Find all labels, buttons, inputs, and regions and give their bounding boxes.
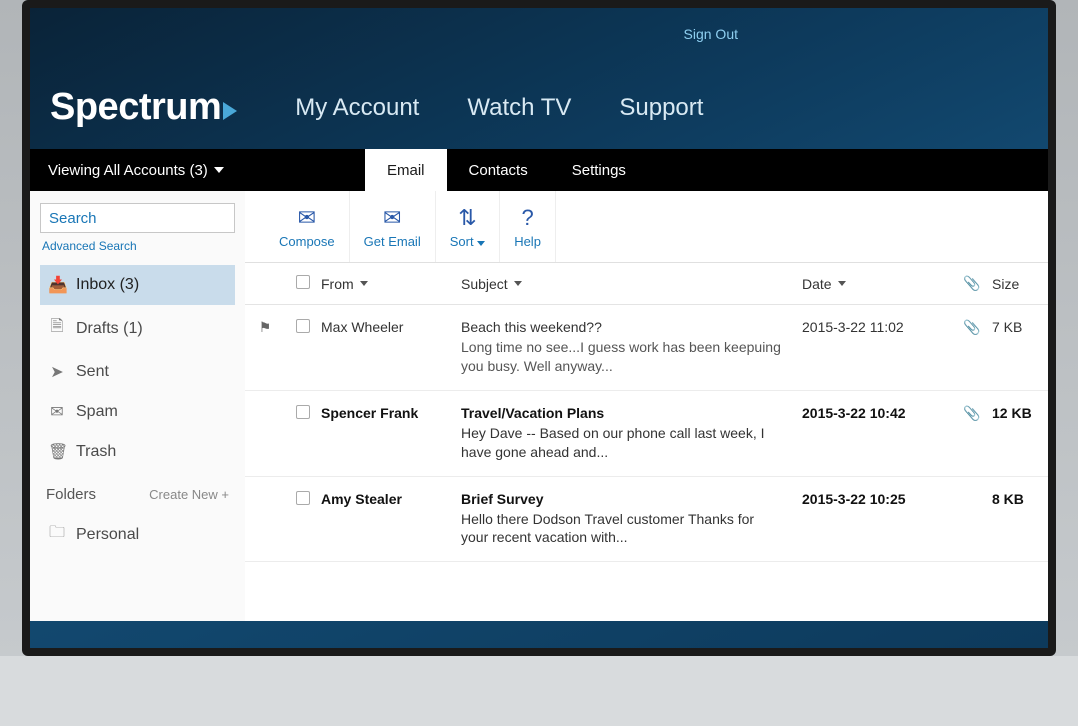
play-icon (223, 102, 237, 120)
tab-email[interactable]: Email (365, 149, 447, 191)
brand-logo: Spectrum (50, 86, 237, 129)
sent-icon: ➤ (48, 362, 66, 382)
compose-button[interactable]: ✉ Compose (265, 191, 350, 262)
folder-label: Inbox (3) (76, 276, 139, 294)
message-from: Amy Stealer (321, 491, 461, 548)
folders-section-label: Folders (46, 486, 96, 503)
attachment-icon: 📎 (963, 275, 980, 291)
folder-sent[interactable]: ➤ Sent (40, 352, 235, 392)
inbox-icon: 📥 (48, 275, 66, 295)
message-subject: Brief Survey (461, 491, 543, 507)
message-list-header: From Subject Date 📎 Size (245, 263, 1048, 305)
get-email-icon: ✉ (383, 205, 401, 231)
monitor-stand (0, 656, 1078, 726)
tool-label: Get Email (364, 234, 421, 249)
help-icon: ? (521, 205, 533, 231)
create-folder-button[interactable]: Create New + (149, 487, 229, 502)
row-checkbox[interactable] (296, 491, 310, 505)
tool-label: Compose (279, 234, 335, 249)
compose-icon: ✉ (298, 205, 316, 231)
spam-icon: ✉ (48, 402, 66, 422)
search-input[interactable] (49, 210, 248, 227)
chevron-down-icon (360, 281, 368, 286)
drafts-icon: 🗎 (48, 315, 66, 342)
tool-label: Sort (450, 234, 485, 249)
message-row[interactable]: Spencer FrankTravel/Vacation Plans Hey Da… (245, 391, 1048, 477)
row-checkbox[interactable] (296, 405, 310, 419)
tab-contacts[interactable]: Contacts (447, 149, 550, 191)
message-size: 7 KB (992, 319, 1048, 376)
message-from: Max Wheeler (321, 319, 461, 376)
message-size: 12 KB (992, 405, 1048, 462)
message-preview: Long time no see...I guess work has been… (461, 338, 782, 376)
main-header: Spectrum My Account Watch TV Support (30, 58, 1048, 149)
attachment-icon: 📎 (963, 405, 980, 421)
folder-label: Drafts (1) (76, 320, 143, 338)
tab-settings[interactable]: Settings (550, 149, 648, 191)
message-preview: Hello there Dodson Travel customer Thank… (461, 510, 782, 548)
toolbar: ✉ Compose ✉ Get Email ⇅ Sort ? Help (245, 191, 1048, 263)
sub-nav-bar: Viewing All Accounts (3) Email Contacts … (30, 149, 1048, 191)
folder-label: Spam (76, 403, 118, 421)
message-preview: Hey Dave -- Based on our phone call last… (461, 424, 782, 462)
search-box[interactable]: 🔍 (40, 203, 235, 233)
message-date: 2015-3-22 10:25 (802, 491, 952, 548)
row-checkbox[interactable] (296, 319, 310, 333)
message-subject: Travel/Vacation Plans (461, 405, 604, 421)
attachment-icon: 📎 (963, 319, 980, 335)
folder-drafts[interactable]: 🗎 Drafts (1) (40, 305, 235, 352)
sort-icon: ⇅ (458, 205, 476, 231)
column-size[interactable]: Size (992, 276, 1048, 292)
message-row[interactable]: ⚑ Max WheelerBeach this weekend?? Long tim… (245, 305, 1048, 391)
column-subject[interactable]: Subject (461, 276, 802, 292)
message-subject: Beach this weekend?? (461, 319, 602, 335)
get-email-button[interactable]: ✉ Get Email (350, 191, 436, 262)
message-from: Spencer Frank (321, 405, 461, 462)
nav-my-account[interactable]: My Account (295, 94, 419, 122)
message-list: ⚑ Max WheelerBeach this weekend?? Long tim… (245, 305, 1048, 562)
message-row[interactable]: Amy StealerBrief Survey Hello there Dodso… (245, 477, 1048, 563)
message-size: 8 KB (992, 491, 1048, 548)
accounts-dropdown[interactable]: Viewing All Accounts (3) (30, 162, 365, 179)
column-from[interactable]: From (321, 276, 461, 292)
folder-icon: 🗀 (48, 521, 66, 548)
nav-watch-tv[interactable]: Watch TV (467, 94, 571, 122)
nav-support[interactable]: Support (619, 94, 703, 122)
flag-icon: ⚑ (259, 319, 272, 335)
trash-icon: 🗑 (48, 442, 66, 462)
tool-label: Help (514, 234, 541, 249)
folder-label: Sent (76, 363, 109, 381)
message-date: 2015-3-22 10:42 (802, 405, 952, 462)
chevron-down-icon (838, 281, 846, 286)
folder-label: Personal (76, 526, 139, 544)
column-date[interactable]: Date (802, 276, 952, 292)
folder-spam[interactable]: ✉ Spam (40, 392, 235, 432)
sidebar: 🔍 Advanced Search 📥 Inbox (3) 🗎 Drafts (… (30, 191, 245, 621)
sign-out-link[interactable]: Sign Out (684, 26, 738, 42)
chevron-down-icon (214, 167, 224, 173)
folder-inbox[interactable]: 📥 Inbox (3) (40, 265, 235, 305)
accounts-label: Viewing All Accounts (3) (48, 162, 208, 179)
brand-name: Spectrum (50, 86, 221, 129)
select-all-checkbox[interactable] (296, 275, 310, 289)
message-date: 2015-3-22 11:02 (802, 319, 952, 376)
folder-label: Trash (76, 443, 116, 461)
folder-personal[interactable]: 🗀 Personal (40, 511, 235, 558)
folder-trash[interactable]: 🗑 Trash (40, 432, 235, 472)
advanced-search-link[interactable]: Advanced Search (40, 233, 235, 265)
sort-button[interactable]: ⇅ Sort (436, 191, 500, 262)
chevron-down-icon (514, 281, 522, 286)
help-button[interactable]: ? Help (500, 191, 556, 262)
